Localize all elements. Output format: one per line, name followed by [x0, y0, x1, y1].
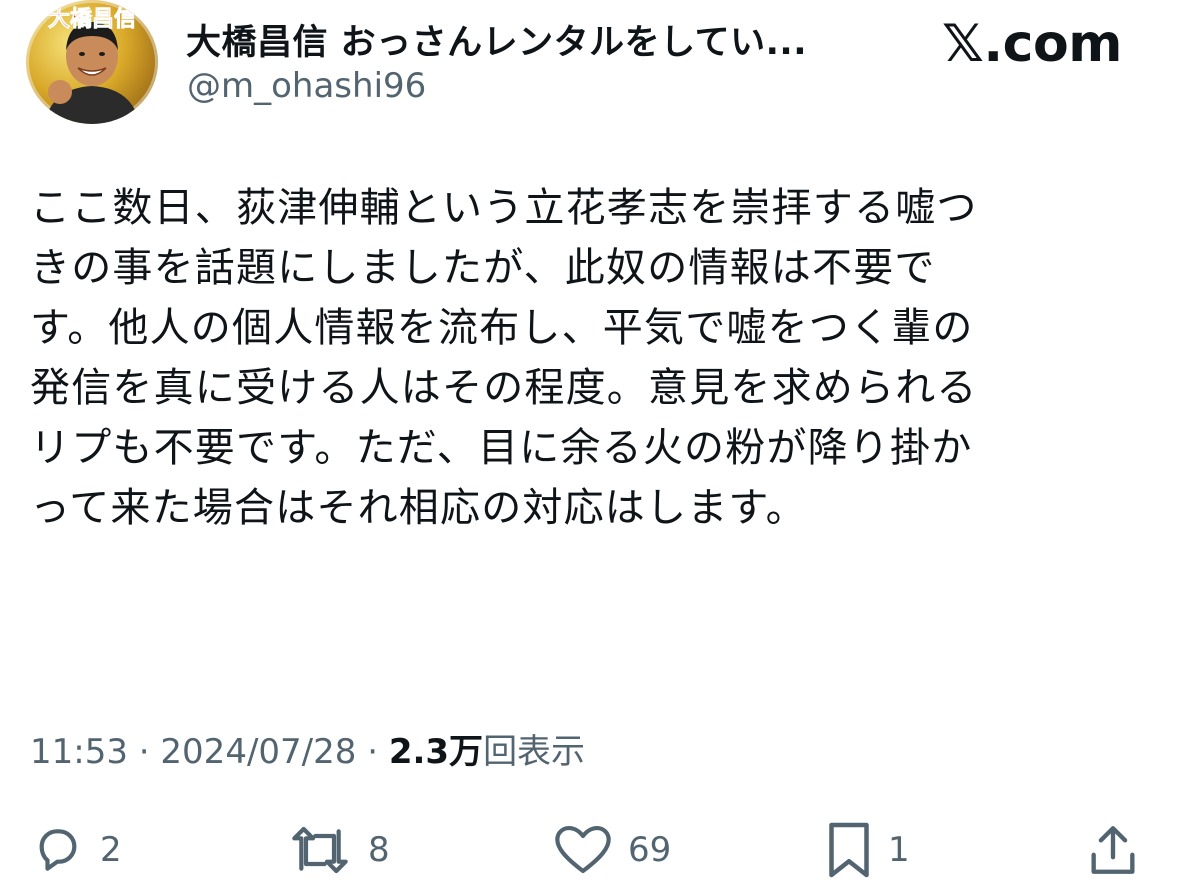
views-count: 2.3万: [388, 732, 484, 772]
like-button[interactable]: 69: [552, 820, 671, 880]
tweet-time[interactable]: 11:53: [30, 732, 128, 772]
tweet-text: ここ数日、荻津伸輔という立花孝志を崇拝する嘘つ きの事を話題にしましたが、此奴の…: [30, 185, 978, 531]
reply-count: 2: [100, 830, 122, 870]
reply-icon: [39, 829, 77, 871]
x-logo: 𝕏.com: [942, 14, 1122, 74]
meta-separator: ·: [138, 732, 150, 772]
tweet-meta: 11:53 · 2024/07/28 · 2.3万回表示: [30, 724, 585, 773]
avatar[interactable]: 大橋昌信: [26, 0, 158, 124]
bookmark-count: 1: [888, 830, 910, 870]
share-icon: [1091, 826, 1135, 874]
user-handle[interactable]: @m_ohashi96: [187, 66, 426, 106]
repost-button[interactable]: 8: [286, 820, 390, 880]
repost-count: 8: [368, 830, 390, 870]
like-icon: [555, 825, 611, 874]
display-name[interactable]: 大橋昌信 おっさんレンタルをしてい...: [186, 14, 807, 65]
svg-text:大橋昌信: 大橋昌信: [48, 6, 136, 32]
repost-icon: [292, 826, 348, 874]
bookmark-icon: [829, 822, 869, 878]
meta-separator: ·: [367, 732, 379, 772]
tweet-date[interactable]: 2024/07/28: [160, 732, 356, 772]
share-button[interactable]: [1086, 820, 1140, 880]
reply-button[interactable]: 2: [30, 820, 122, 880]
views-label: 回表示: [483, 732, 586, 772]
avatar-name-stamp: 大橋昌信: [48, 6, 137, 32]
bookmark-button[interactable]: 1: [824, 820, 910, 880]
like-count: 69: [628, 830, 672, 870]
action-bar: 2 8 69 1: [0, 820, 1179, 880]
